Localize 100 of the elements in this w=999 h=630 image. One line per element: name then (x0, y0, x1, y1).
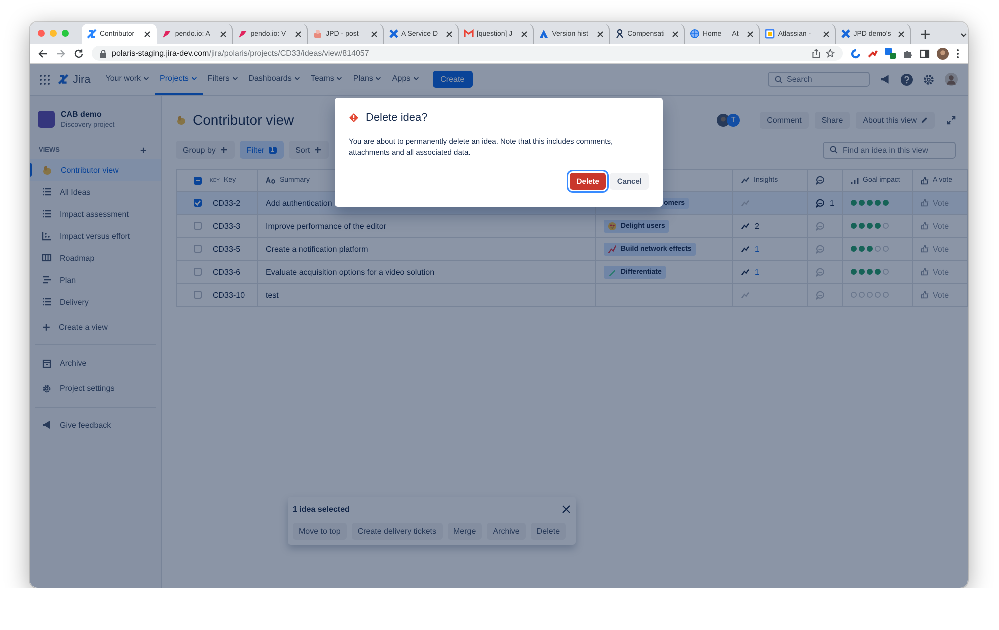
pencil-icon (921, 116, 928, 124)
close-icon[interactable] (295, 30, 302, 38)
create-button[interactable]: Create (432, 71, 473, 88)
bulk-action-button[interactable]: Archive (487, 523, 526, 540)
idea-summary[interactable]: test (266, 290, 279, 300)
settings-icon[interactable] (923, 74, 935, 86)
sidebar-item[interactable]: All Ideas (30, 181, 161, 203)
idea-summary[interactable]: Add authentication (266, 198, 332, 208)
sidebar-item[interactable]: Project settings (30, 376, 161, 401)
close-icon[interactable] (521, 30, 528, 38)
vote-button[interactable]: Vote (921, 244, 950, 254)
sidebar-item[interactable]: Roadmap (30, 247, 161, 269)
sidebar-item[interactable]: Delivery (30, 291, 161, 313)
close-icon[interactable] (370, 30, 378, 38)
close-icon[interactable] (898, 30, 906, 38)
nav-menu-item[interactable]: Projects (155, 64, 203, 95)
row-checkbox[interactable] (194, 199, 202, 207)
list-icon (42, 209, 52, 219)
row-checkbox[interactable] (194, 222, 202, 230)
comments-count[interactable]: 1 (830, 198, 834, 208)
vote-button[interactable]: Vote (921, 290, 950, 300)
close-icon[interactable] (446, 30, 453, 38)
sidebar-item[interactable]: Impact versus effort (30, 225, 161, 247)
new-tab-icon[interactable] (921, 30, 930, 39)
close-icon[interactable] (220, 30, 227, 38)
goal-impact-rating[interactable] (851, 246, 889, 252)
insights-count[interactable]: 1 (755, 268, 760, 276)
idea-summary[interactable]: Improve performance of the editor (266, 222, 387, 230)
close-icon[interactable] (596, 30, 604, 38)
toolbar-button[interactable]: Group by (176, 141, 235, 159)
select-all-checkbox[interactable] (194, 176, 202, 184)
view-action-button[interactable]: Comment (760, 112, 809, 128)
reload-icon[interactable] (74, 48, 84, 58)
square-icon (765, 29, 776, 39)
bulk-action-button[interactable]: Merge (448, 523, 482, 540)
avatar-icon[interactable] (945, 73, 958, 86)
close-icon[interactable] (144, 30, 152, 38)
idea-key[interactable]: CD33-6 (213, 268, 241, 276)
jira-logo[interactable]: Jira (58, 74, 91, 86)
search-field[interactable]: Search (768, 72, 870, 87)
chevron-down-icon[interactable] (960, 31, 968, 39)
comments-column-header[interactable] (816, 176, 825, 185)
bulk-action-button[interactable]: Move to top (293, 523, 347, 540)
avatar-icon[interactable] (937, 48, 949, 60)
view-action-button[interactable]: Share (814, 112, 850, 128)
more-menu-icon[interactable] (956, 48, 960, 58)
back-arrow-icon[interactable] (38, 48, 48, 58)
nav-menu-item[interactable]: Dashboards (244, 64, 306, 95)
vote-button[interactable]: Vote (921, 222, 950, 230)
idea-key[interactable]: CD33-5 (213, 244, 241, 254)
sidebar-item[interactable]: Archive (30, 351, 161, 376)
sidebar-item[interactable]: Impact assessment (30, 203, 161, 225)
nav-menu-item[interactable]: Plans (348, 64, 388, 95)
extension-icon[interactable] (885, 48, 896, 59)
url-text: polaris-staging.jira-dev.com/jira/polaris/projects/CD33/ideas/view/814057 (112, 49, 370, 58)
nav-menu-item[interactable]: Your work (100, 64, 156, 95)
find-idea-field[interactable]: Find an idea in this view (823, 142, 956, 158)
idea-key[interactable]: CD33-2 (213, 198, 241, 208)
bulk-action-button[interactable]: Create delivery tickets (352, 523, 443, 540)
goal-impact-rating[interactable] (851, 223, 889, 229)
close-icon[interactable] (562, 505, 571, 514)
row-checkbox[interactable] (194, 291, 202, 299)
create-view-link[interactable]: Create a view (30, 316, 161, 338)
close-icon[interactable] (747, 30, 754, 38)
idea-key[interactable]: CD33-10 (213, 290, 246, 300)
idea-summary[interactable]: Evaluate acquisition options for a video solution (266, 268, 435, 276)
row-checkbox[interactable] (194, 245, 202, 253)
sidebar-item[interactable]: Contributor view (30, 159, 161, 181)
address-bar[interactable]: polaris-staging.jira-dev.com/jira/polaris/projects/CD33/ideas/view/814057 (92, 46, 843, 61)
bulk-action-button[interactable]: Delete (530, 523, 566, 540)
row-checkbox[interactable] (194, 268, 202, 276)
megaphone-icon[interactable] (880, 74, 891, 85)
idea-summary[interactable]: Create a notification platform (266, 244, 368, 254)
toolbar-button[interactable]: Sort (288, 141, 330, 159)
side-panel-icon[interactable] (920, 48, 930, 58)
close-icon[interactable] (822, 30, 830, 38)
insights-count[interactable]: 2 (755, 222, 760, 230)
give-feedback-link[interactable]: Give feedback (30, 414, 161, 436)
nav-menu-item[interactable]: Apps (387, 64, 425, 95)
help-icon[interactable] (901, 74, 913, 86)
forward-arrow-icon[interactable] (56, 48, 66, 58)
add-view-icon[interactable] (140, 147, 147, 154)
settings-icon (42, 384, 52, 394)
goal-impact-rating[interactable] (851, 269, 889, 275)
share-icon[interactable] (812, 49, 821, 58)
idea-key[interactable]: CD33-3 (213, 222, 241, 230)
star-icon[interactable] (826, 49, 835, 58)
vote-button[interactable]: Vote (921, 268, 950, 276)
expand-icon[interactable] (947, 116, 956, 124)
sidebar-item[interactable]: Plan (30, 269, 161, 291)
nav-menu-item[interactable]: Teams (306, 64, 348, 95)
nav-menu-item[interactable]: Filters (202, 64, 244, 95)
close-icon[interactable] (672, 30, 679, 38)
view-action-button[interactable]: About this view (856, 112, 935, 128)
insights-count[interactable]: 1 (755, 244, 760, 254)
text-type-icon (266, 177, 276, 184)
project-name[interactable]: CAB demo (61, 110, 115, 119)
puzzle-icon[interactable] (903, 48, 913, 58)
app-grid-icon[interactable] (40, 74, 50, 84)
bar-chart-icon (851, 176, 859, 184)
